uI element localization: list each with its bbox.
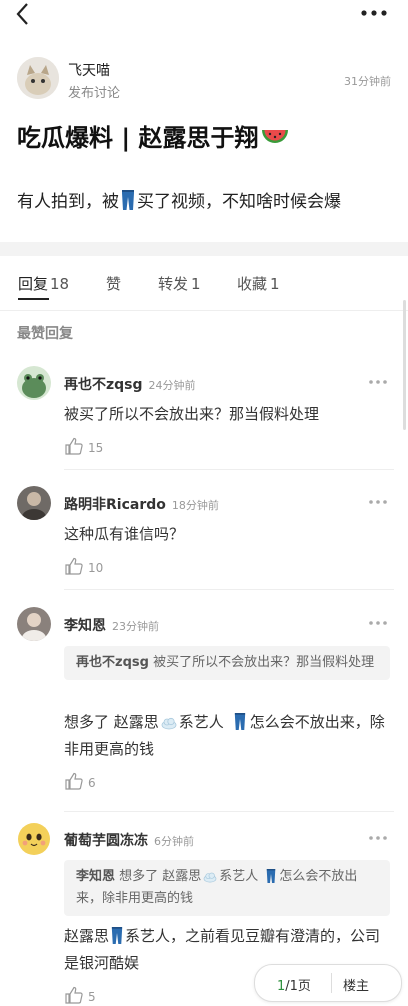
comment-text-part: 赵露思: [64, 927, 110, 945]
jeans-icon: [122, 190, 134, 210]
comment-time: 6分钟前: [154, 835, 194, 848]
quoted-text: 想多了 赵露思: [119, 869, 202, 884]
like-count: 10: [88, 561, 104, 575]
divider: [64, 469, 394, 470]
active-tab-indicator: [18, 298, 49, 300]
section-title: 最赞回复: [17, 326, 73, 342]
thumbs-up-icon: [65, 772, 83, 790]
comment-author-name: 李知恩: [64, 618, 106, 634]
owner-only-button[interactable]: 楼主: [343, 975, 369, 994]
page-navigator: 1/1页 楼主: [254, 964, 402, 1002]
tab-label: 转发: [158, 275, 189, 293]
author-subtitle: 发布讨论: [68, 86, 121, 101]
post-body-part1: 有人拍到，被: [17, 192, 119, 212]
frog-avatar-icon: [17, 366, 51, 400]
comment-author-name: 葡萄芋圆冻冻: [64, 833, 148, 849]
tab-replies[interactable]: 回复 18: [18, 273, 69, 294]
comment-author[interactable]: 葡萄芋圆冻冻 6分钟前: [64, 830, 194, 850]
divider: [64, 589, 394, 590]
post-body: 有人拍到，被 买了视频，不知啥时候会爆: [17, 187, 341, 212]
comment-text: 被买了所以不会放出来？那当假料处理: [64, 405, 320, 423]
quoted-text: 被买了所以不会放出来？那当假料处理: [153, 655, 375, 670]
more-dots-icon[interactable]: [368, 834, 388, 842]
tab-label: 回复: [18, 275, 49, 293]
comment-author[interactable]: 路明非Ricardo 18分钟前: [64, 494, 219, 514]
avatar[interactable]: [17, 366, 51, 400]
person-avatar-icon: [17, 607, 51, 641]
like-count: 6: [88, 776, 96, 790]
like-count: 5: [88, 990, 96, 1004]
tab-likes[interactable]: 赞: [106, 273, 121, 294]
chevron-left-icon[interactable]: [12, 2, 36, 26]
tab-reposts[interactable]: 转发 1: [158, 273, 201, 294]
comment-text-part: 系艺人: [178, 713, 224, 731]
comment-text: 这种瓜有谁信吗？: [64, 525, 185, 543]
divider: [331, 973, 332, 993]
top-bar: [0, 0, 408, 28]
quoted-author: 李知恩: [76, 869, 116, 884]
post-title: 吃瓜爆料 | 赵露思于翔: [17, 118, 290, 153]
avatar[interactable]: [17, 57, 59, 99]
comment-text-part: 想多了 赵露思: [64, 713, 159, 731]
quoted-text: 系艺人: [219, 869, 259, 884]
quoted-reply[interactable]: 李知恩 想多了 赵露思 系艺人 怎么会不放出来，除非用更高的钱: [64, 860, 390, 916]
comment-author-name: 路明非Ricardo: [64, 497, 166, 513]
section-gap: [0, 242, 408, 256]
comment-text: 想多了 赵露思 系艺人 怎么会不放出来，除非用更高的钱: [64, 709, 394, 763]
post-time: 31分钟前: [344, 75, 391, 88]
tab-count: 18: [50, 275, 70, 293]
more-dots-icon[interactable]: [368, 498, 388, 506]
tab-count: 1: [191, 275, 201, 293]
jeans-icon: [234, 713, 245, 730]
jeans-icon: [267, 869, 276, 883]
page-indicator[interactable]: 1/1页: [277, 975, 311, 994]
more-dots-icon[interactable]: [360, 6, 388, 20]
total-pages: /1页: [285, 979, 311, 994]
smiley-avatar-icon: [17, 822, 51, 856]
comment-time: 23分钟前: [112, 620, 159, 633]
cloud-icon: [203, 872, 217, 883]
comment-time: 24分钟前: [148, 379, 196, 392]
avatar[interactable]: [17, 486, 51, 520]
thumbs-up-icon: [65, 437, 83, 455]
author-name[interactable]: 飞天喵: [68, 60, 110, 80]
post-author: 飞天喵 发布讨论 31分钟前: [17, 57, 397, 103]
thumbs-up-icon: [65, 557, 83, 575]
thumbs-up-icon: [65, 986, 83, 1004]
comment-time: 18分钟前: [171, 499, 219, 512]
post-body-part2: 买了视频，不知啥时候会爆: [137, 192, 341, 212]
tab-count: 1: [270, 275, 280, 293]
more-dots-icon[interactable]: [368, 378, 388, 386]
comment-author[interactable]: 李知恩 23分钟前: [64, 615, 159, 635]
comment-author-name: 再也不zqsg: [64, 377, 143, 393]
avatar[interactable]: [17, 822, 51, 856]
more-dots-icon[interactable]: [368, 619, 388, 627]
quoted-reply[interactable]: 再也不zqsg 被买了所以不会放出来？那当假料处理: [64, 646, 390, 680]
scrollbar[interactable]: [403, 300, 406, 430]
cat-avatar-icon: [17, 57, 59, 99]
tab-label: 赞: [106, 275, 122, 293]
comment-author[interactable]: 再也不zqsg 24分钟前: [64, 374, 196, 394]
tab-bar: 回复 18 赞 转发 1 收藏 1: [0, 256, 408, 311]
person-avatar-icon: [17, 486, 51, 520]
tab-label: 收藏: [237, 275, 268, 293]
watermelon-icon: [262, 130, 289, 143]
avatar[interactable]: [17, 607, 51, 641]
jeans-icon: [111, 927, 123, 944]
post-title-text: 吃瓜爆料 | 赵露思于翔: [17, 124, 259, 152]
divider: [64, 811, 394, 812]
tab-favorites[interactable]: 收藏 1: [237, 273, 280, 294]
quoted-author: 再也不zqsg: [76, 655, 149, 670]
like-count: 15: [88, 441, 104, 455]
cloud-icon: [161, 717, 177, 730]
